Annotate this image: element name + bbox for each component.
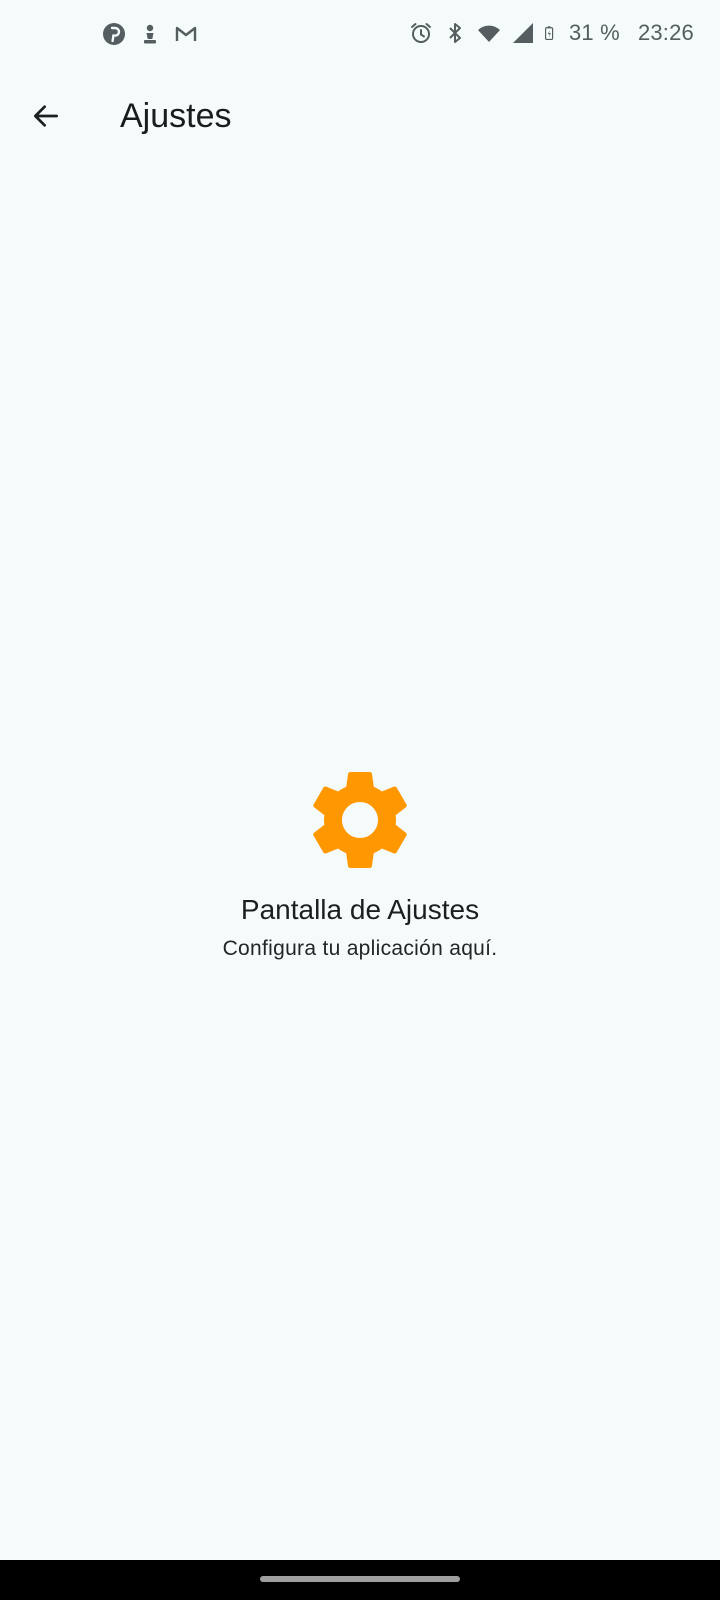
settings-screen: 31 % 23:26 Ajustes Pantalla de Ajustes C… bbox=[0, 0, 720, 1600]
app-bar: Ajustes bbox=[0, 72, 720, 160]
battery-percentage: 31 % bbox=[568, 20, 620, 45]
wifi-icon bbox=[477, 25, 500, 42]
status-time: 23:26 bbox=[637, 20, 694, 45]
bluetooth-icon bbox=[449, 23, 461, 43]
page-title: Ajustes bbox=[120, 97, 232, 135]
arrow-back-icon bbox=[34, 105, 58, 127]
home-gesture-handle[interactable] bbox=[260, 1576, 460, 1582]
system-nav-bar bbox=[0, 1560, 720, 1600]
gmail-icon bbox=[175, 26, 197, 41]
settings-placeholder: Pantalla de Ajustes Configura tu aplicac… bbox=[0, 760, 720, 964]
alarm-icon bbox=[410, 23, 431, 43]
battery-charging-icon bbox=[544, 26, 554, 40]
screen-heading: Pantalla de Ajustes bbox=[240, 894, 480, 925]
status-system-icons: 31 % 23:26 bbox=[409, 20, 694, 46]
status-bar: 31 % 23:26 bbox=[0, 0, 720, 72]
status-notification-icons bbox=[102, 22, 198, 46]
screen-description: Configura tu aplicación aquí. bbox=[222, 937, 498, 960]
chess-pawn-icon bbox=[144, 24, 156, 44]
pinterest-icon bbox=[103, 23, 125, 45]
signal-icon bbox=[512, 23, 533, 43]
back-button[interactable] bbox=[22, 92, 70, 140]
settings-gear-icon bbox=[313, 772, 407, 868]
